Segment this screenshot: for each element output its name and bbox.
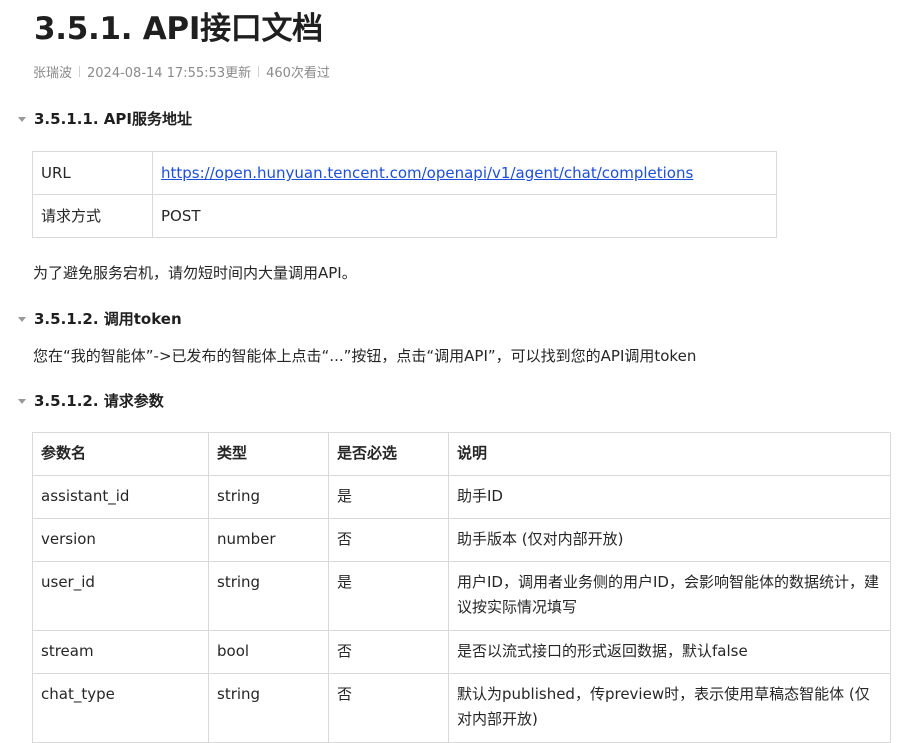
table-row: version number 否 助手版本 (仅对内部开放) [32, 518, 891, 562]
column-header: 类型 [208, 432, 329, 476]
token-instructions: 您在“我的智能体”->已发布的智能体上点击“...”按钮，点击“调用API”，可… [33, 347, 697, 365]
updated-time: 2024-08-14 17:55:53更新 [87, 66, 252, 81]
table-cell: 用户ID，调用者业务侧的用户ID，会影响智能体的数据统计，建议按实际情况填写 [448, 561, 891, 631]
section-heading-text: 3.5.1.1. API服务地址 [34, 110, 192, 128]
column-header: 是否必选 [328, 432, 449, 476]
table-cell: string [208, 561, 329, 631]
page-title: 3.5.1. API接口文档 [34, 11, 323, 47]
table-cell-label: URL [32, 151, 153, 195]
table-header-row: 参数名 类型 是否必选 说明 [32, 432, 891, 476]
table-cell: string [208, 673, 329, 743]
document-page: 3.5.1. API接口文档 张瑞波 2024-08-14 17:55:53更新… [0, 0, 910, 743]
collapse-triangle-icon[interactable] [18, 316, 26, 322]
notice-text: 为了避免服务宕机，请勿短时间内大量调用API。 [33, 264, 357, 282]
table-cell: 是否以流式接口的形式返回数据，默认false [448, 630, 891, 674]
meta-divider [79, 66, 81, 77]
section-heading-token[interactable]: 3.5.1.2. 调用token [18, 308, 182, 329]
table-cell: stream [32, 630, 209, 674]
table-cell: 是 [328, 475, 449, 519]
table-row: user_id string 是 用户ID，调用者业务侧的用户ID，会影响智能体… [32, 561, 891, 631]
table-cell: 助手版本 (仅对内部开放) [448, 518, 891, 562]
table-cell: user_id [32, 561, 209, 631]
table-row: assistant_id string 是 助手ID [32, 475, 891, 519]
column-header: 参数名 [32, 432, 209, 476]
collapse-triangle-icon[interactable] [18, 116, 26, 122]
meta-divider [258, 66, 260, 77]
doc-meta: 张瑞波 2024-08-14 17:55:53更新 460次看过 [33, 62, 330, 81]
table-cell: 否 [328, 630, 449, 674]
table-row: stream bool 否 是否以流式接口的形式返回数据，默认false [32, 630, 891, 674]
section-heading-text: 3.5.1.2. 调用token [34, 310, 182, 328]
section-heading-text: 3.5.1.2. 请求参数 [34, 392, 164, 410]
table-cell: string [208, 475, 329, 519]
table-cell: 是 [328, 561, 449, 631]
table-row: chat_type string 否 默认为published，传preview… [32, 673, 891, 743]
table-cell: bool [208, 630, 329, 674]
column-header: 说明 [448, 432, 891, 476]
table-cell-value: https://open.hunyuan.tencent.com/openapi… [152, 151, 777, 195]
table-cell: assistant_id [32, 475, 209, 519]
table-cell: 否 [328, 518, 449, 562]
table-row: 请求方式 POST [32, 194, 777, 238]
table-cell-label: 请求方式 [32, 194, 153, 238]
service-address-table: URL https://open.hunyuan.tencent.com/ope… [32, 151, 777, 238]
table-cell: version [32, 518, 209, 562]
author-name[interactable]: 张瑞波 [33, 62, 72, 81]
table-cell: number [208, 518, 329, 562]
view-count: 460次看过 [266, 66, 330, 81]
table-cell: 默认为published，传preview时，表示使用草稿态智能体 (仅对内部开… [448, 673, 891, 743]
table-row: URL https://open.hunyuan.tencent.com/ope… [32, 151, 777, 195]
request-params-table: 参数名 类型 是否必选 说明 assistant_id string 是 助手I… [32, 432, 891, 743]
table-cell: chat_type [32, 673, 209, 743]
table-cell: 助手ID [448, 475, 891, 519]
table-cell: 否 [328, 673, 449, 743]
section-heading-service-address[interactable]: 3.5.1.1. API服务地址 [18, 108, 192, 129]
collapse-triangle-icon[interactable] [18, 398, 26, 404]
table-cell-value: POST [152, 194, 777, 238]
section-heading-request-params[interactable]: 3.5.1.2. 请求参数 [18, 390, 164, 411]
api-url-link[interactable]: https://open.hunyuan.tencent.com/openapi… [161, 164, 693, 182]
